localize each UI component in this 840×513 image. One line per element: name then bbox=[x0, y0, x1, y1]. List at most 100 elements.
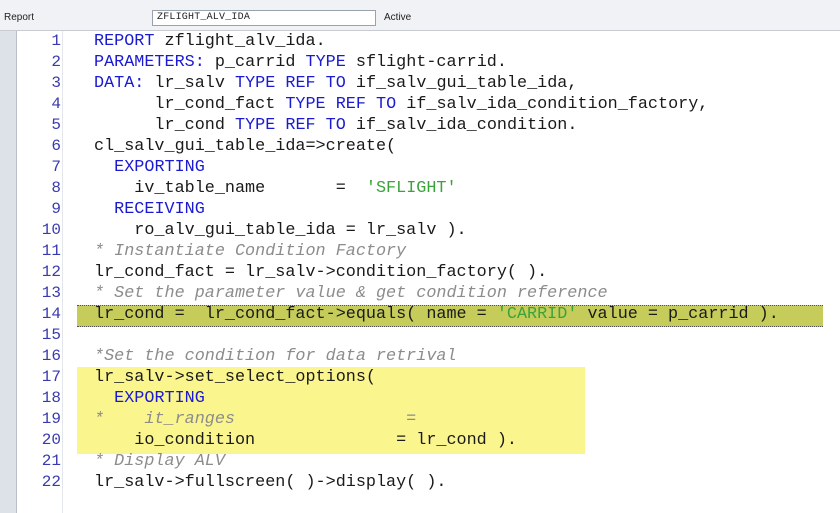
line-number: 7 bbox=[51, 158, 61, 176]
code-token: lr_salv->set_select_options( bbox=[94, 368, 376, 387]
line-number: 17 bbox=[41, 368, 61, 386]
code-line[interactable]: 9 RECEIVING bbox=[17, 199, 840, 220]
keyword-token: TYPE bbox=[235, 74, 276, 93]
keyword-token: REPORT bbox=[94, 32, 155, 51]
code-line[interactable]: 21 * Display ALV bbox=[17, 451, 840, 472]
code-token: if_salv_ida_condition. bbox=[345, 116, 578, 135]
code-token: sflight-carrid. bbox=[345, 53, 507, 72]
string-token: 'CARRID' bbox=[496, 305, 578, 324]
code-token: if_salv_gui_table_ida, bbox=[345, 74, 578, 93]
code-line[interactable]: 8 iv_table_name = 'SFLIGHT' bbox=[17, 178, 840, 199]
keyword-token: TO bbox=[376, 95, 397, 114]
line-number: 6 bbox=[51, 137, 61, 155]
code-token: lr_cond_fact = lr_salv->condition_factor… bbox=[94, 263, 548, 282]
code-token: lr_salv->fullscreen( )->display( ). bbox=[94, 473, 447, 492]
line-number: 13 bbox=[41, 284, 61, 302]
code-token: zflight_alv_ida. bbox=[154, 32, 326, 51]
code-text: lr_cond_fact TYPE REF TO if_salv_ida_con… bbox=[94, 94, 708, 115]
keyword-token: PARAMETERS: bbox=[94, 53, 205, 72]
code-line[interactable]: 12 lr_cond_fact = lr_salv->condition_fact… bbox=[17, 262, 840, 283]
code-line[interactable]: 20 io_condition = lr_cond ). bbox=[17, 430, 840, 451]
keyword-token: REF bbox=[285, 116, 316, 135]
code-text: io_condition = lr_cond ). bbox=[94, 430, 517, 451]
editor-gutter bbox=[0, 31, 17, 513]
code-line[interactable]: 16 *Set the condition for data retrival bbox=[17, 346, 840, 367]
code-line[interactable]: 14 lr_cond = lr_cond_fact->equals( name =… bbox=[17, 304, 840, 325]
line-number: 8 bbox=[51, 179, 61, 197]
code-text: EXPORTING bbox=[94, 157, 205, 178]
code-token: if_salv_ida_condition_factory, bbox=[396, 95, 709, 114]
code-line[interactable]: 11 * Instantiate Condition Factory bbox=[17, 241, 840, 262]
code-text: iv_table_name = 'SFLIGHT' bbox=[94, 178, 457, 199]
keyword-token: TO bbox=[325, 74, 346, 93]
code-line[interactable]: 5 lr_cond TYPE REF TO if_salv_ida_condit… bbox=[17, 115, 840, 136]
code-text: EXPORTING bbox=[94, 388, 205, 409]
code-line[interactable]: 13 * Set the parameter value & get condit… bbox=[17, 283, 840, 304]
code-token: lr_cond_fact bbox=[94, 95, 286, 114]
code-token: lr_cond bbox=[94, 116, 235, 135]
keyword-token: TO bbox=[325, 116, 346, 135]
keyword-token: EXPORTING bbox=[114, 158, 205, 177]
code-text: * Display ALV bbox=[94, 451, 225, 472]
keyword-token: TYPE bbox=[305, 53, 346, 72]
code-line[interactable]: 18 EXPORTING bbox=[17, 388, 840, 409]
comment-token: *Set the condition for data retrival bbox=[94, 347, 457, 366]
keyword-token: REF bbox=[335, 95, 366, 114]
keyword-token: TYPE bbox=[235, 116, 276, 135]
code-line[interactable]: 7 EXPORTING bbox=[17, 157, 840, 178]
keyword-token: EXPORTING bbox=[114, 389, 205, 408]
string-token: 'SFLIGHT' bbox=[365, 179, 457, 198]
code-area[interactable]: 1 REPORT zflight_alv_ida. 2 PARAMETERS: p_c… bbox=[17, 31, 840, 513]
code-line[interactable]: 10 ro_alv_gui_table_ida = lr_salv ). bbox=[17, 220, 840, 241]
code-token: ro_alv_gui_table_ida = lr_salv ). bbox=[94, 221, 467, 240]
code-line[interactable]: 2 PARAMETERS: p_carrid TYPE sflight-carri… bbox=[17, 52, 840, 73]
line-number: 21 bbox=[41, 452, 61, 470]
code-line[interactable]: 4 lr_cond_fact TYPE REF TO if_salv_ida_c… bbox=[17, 94, 840, 115]
keyword-token: REF bbox=[285, 74, 316, 93]
code-text: lr_cond TYPE REF TO if_salv_ida_conditio… bbox=[94, 115, 577, 136]
code-line[interactable]: 1 REPORT zflight_alv_ida. bbox=[17, 31, 840, 52]
code-text: * it_ranges = bbox=[94, 409, 416, 430]
line-number: 9 bbox=[51, 200, 61, 218]
keyword-token: DATA: bbox=[94, 74, 145, 93]
code-line[interactable]: 3 DATA: lr_salv TYPE REF TO if_salv_gui_t… bbox=[17, 73, 840, 94]
abap-code-editor[interactable]: 1 REPORT zflight_alv_ida. 2 PARAMETERS: p_c… bbox=[0, 31, 840, 513]
line-number: 11 bbox=[41, 242, 61, 260]
keyword-token: TYPE bbox=[285, 95, 326, 114]
line-number: 22 bbox=[41, 473, 61, 491]
line-number: 16 bbox=[41, 347, 61, 365]
code-text: RECEIVING bbox=[94, 199, 205, 220]
code-token: lr_salv bbox=[144, 74, 235, 93]
code-line[interactable]: 22 lr_salv->fullscreen( )->display( ). bbox=[17, 472, 840, 493]
code-text: lr_cond = lr_cond_fact->equals( name = '… bbox=[94, 304, 779, 325]
line-number: 20 bbox=[41, 431, 61, 449]
code-line[interactable]: 15 bbox=[17, 325, 840, 346]
code-text: lr_salv->set_select_options( bbox=[94, 367, 376, 388]
code-text: * Instantiate Condition Factory bbox=[94, 241, 406, 262]
line-number: 10 bbox=[41, 221, 61, 239]
program-name-field[interactable]: ZFLIGHT_ALV_IDA bbox=[152, 10, 376, 26]
code-text: cl_salv_gui_table_ida=>create( bbox=[94, 136, 396, 157]
code-line[interactable]: 19 * it_ranges = bbox=[17, 409, 840, 430]
line-number: 5 bbox=[51, 116, 61, 134]
editor-header: Report ZFLIGHT_ALV_IDA Active bbox=[0, 0, 840, 31]
line-number: 19 bbox=[41, 410, 61, 428]
line-number: 4 bbox=[51, 95, 61, 113]
code-text: DATA: lr_salv TYPE REF TO if_salv_gui_ta… bbox=[94, 73, 577, 94]
code-token: p_carrid bbox=[204, 53, 306, 72]
code-token: value = p_carrid ). bbox=[577, 305, 779, 324]
comment-token: * it_ranges = bbox=[94, 410, 417, 429]
code-text: *Set the condition for data retrival bbox=[94, 346, 457, 367]
code-text: * Set the parameter value & get conditio… bbox=[94, 283, 608, 304]
code-line[interactable]: 17 lr_salv->set_select_options( bbox=[17, 367, 840, 388]
line-number: 15 bbox=[41, 326, 61, 344]
code-line[interactable]: 6 cl_salv_gui_table_ida=>create( bbox=[17, 136, 840, 157]
